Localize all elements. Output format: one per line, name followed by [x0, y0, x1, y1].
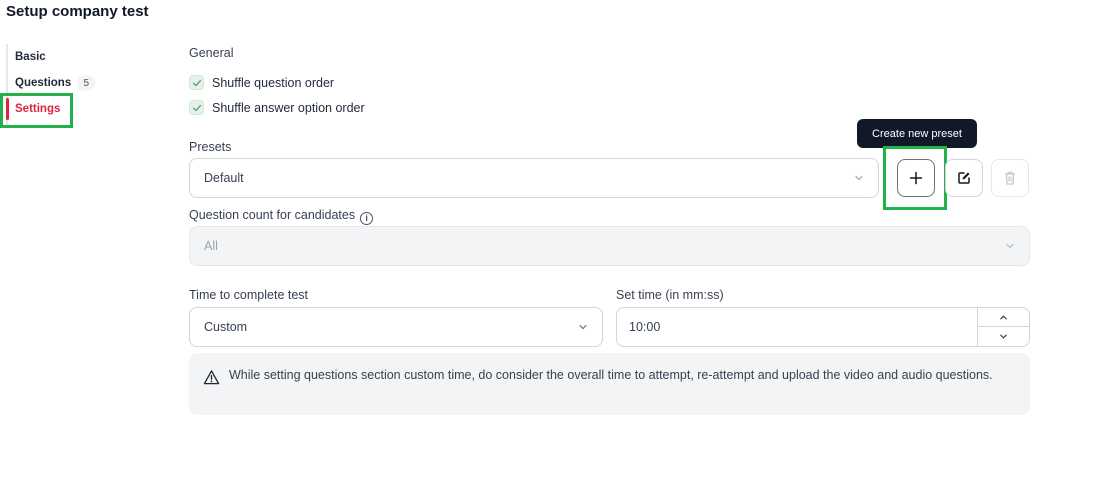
general-heading: General	[189, 46, 234, 60]
edit-icon	[958, 172, 970, 184]
presets-selected-value: Default	[204, 171, 244, 185]
time-to-complete-select[interactable]: Custom	[189, 307, 603, 347]
chevron-down-icon	[1000, 334, 1007, 339]
presets-label: Presets	[189, 140, 232, 154]
shuffle-answer-order-option[interactable]: Shuffle answer option order	[189, 100, 365, 115]
question-count-label: Question count for candidates i	[189, 208, 374, 225]
create-preset-tooltip: Create new preset	[857, 119, 977, 148]
set-time-value: 10:00	[629, 320, 661, 334]
question-count-select: All	[189, 226, 1030, 266]
check-icon	[192, 104, 201, 111]
chevron-down-icon	[579, 324, 587, 330]
time-to-complete-label: Time to complete test	[189, 288, 309, 302]
trash-icon	[1005, 171, 1015, 185]
create-preset-highlight-box	[883, 146, 947, 210]
notice-text: While setting questions section custom t…	[229, 368, 993, 382]
time-to-complete-selected-value: Custom	[204, 320, 248, 334]
check-icon	[192, 79, 201, 86]
info-icon[interactable]: i	[360, 211, 374, 225]
question-count-selected-value: All	[204, 239, 218, 253]
settings-highlight-box	[0, 93, 73, 128]
chevron-down-icon	[1006, 243, 1014, 249]
time-stepper	[977, 308, 1029, 346]
shuffle-question-order-checkbox[interactable]	[189, 75, 204, 90]
question-count-label-text: Question count for candidates	[189, 208, 356, 222]
set-time-label: Set time (in mm:ss)	[616, 288, 724, 302]
shuffle-answer-order-checkbox[interactable]	[189, 100, 204, 115]
page-title: Setup company test	[6, 3, 149, 20]
questions-count-badge: 5	[77, 75, 96, 91]
decrement-time-button[interactable]	[978, 327, 1029, 346]
shuffle-answer-order-label: Shuffle answer option order	[212, 100, 365, 115]
presets-select[interactable]: Default	[189, 158, 879, 198]
sidebar-item-basic[interactable]: Basic	[6, 44, 126, 70]
warning-icon	[203, 370, 220, 385]
sidebar-item-label: Questions	[15, 77, 72, 89]
increment-time-button[interactable]	[978, 308, 1029, 327]
edit-preset-button[interactable]	[945, 159, 983, 197]
custom-time-notice: While setting questions section custom t…	[189, 353, 1030, 415]
chevron-down-icon	[855, 175, 863, 181]
chevron-up-icon	[1000, 314, 1007, 319]
delete-preset-button[interactable]	[991, 159, 1029, 197]
sidebar-item-label: Basic	[15, 51, 46, 63]
set-time-input[interactable]: 10:00	[616, 307, 1030, 347]
shuffle-question-order-option[interactable]: Shuffle question order	[189, 75, 334, 90]
shuffle-question-order-label: Shuffle question order	[212, 75, 335, 90]
